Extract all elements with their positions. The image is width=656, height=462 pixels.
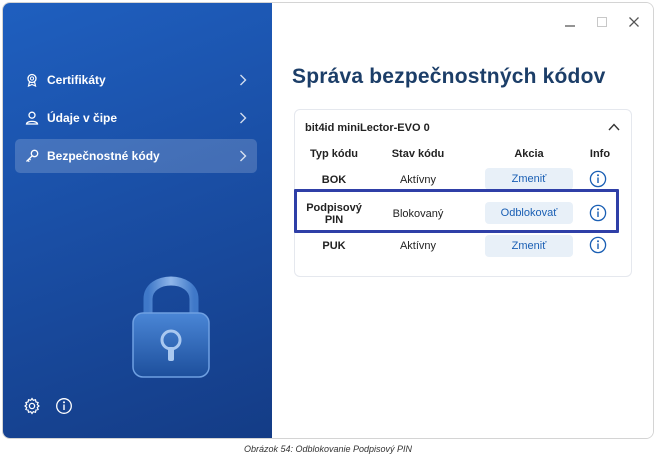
sidebar-item-label: Údaje v čipe <box>47 111 118 125</box>
close-icon[interactable] <box>625 13 643 31</box>
chevron-right-icon <box>239 73 247 87</box>
code-status: Aktívny <box>399 174 437 186</box>
app-window: Certifikáty Údaje v čipe Bezpečnostné kó <box>2 2 654 439</box>
sidebar: Certifikáty Údaje v čipe Bezpečnostné kó <box>3 3 272 438</box>
key-icon <box>25 149 39 163</box>
info-icon[interactable] <box>55 397 73 415</box>
sidebar-item-security-codes[interactable]: Bezpečnostné kódy <box>15 139 257 173</box>
highlight-frame <box>294 189 619 233</box>
code-status: Aktívny <box>399 240 437 252</box>
window-controls <box>561 13 643 31</box>
chevron-up-icon[interactable] <box>607 120 621 132</box>
chevron-right-icon <box>239 149 247 163</box>
person-icon <box>25 111 39 125</box>
sidebar-item-chip-data[interactable]: Údaje v čipe <box>15 101 257 135</box>
maximize-icon[interactable] <box>593 13 611 31</box>
certificate-icon <box>25 73 39 87</box>
info-icon[interactable] <box>589 236 607 254</box>
main-panel: Správa bezpečnostných kódov bit4id miniL… <box>272 3 653 438</box>
sidebar-item-certificates[interactable]: Certifikáty <box>15 63 257 97</box>
device-name: bit4id miniLector-EVO 0 <box>305 122 430 134</box>
sidebar-item-label: Certifikáty <box>47 73 106 87</box>
figure-caption: Obrázok 54: Odblokovanie Podpisový PIN <box>243 444 413 454</box>
change-button[interactable]: Zmeniť <box>485 168 573 190</box>
column-header-info: Info <box>589 148 611 160</box>
column-header-code-type: Typ kódu <box>309 148 359 160</box>
chevron-right-icon <box>239 111 247 125</box>
code-type: BOK <box>321 174 347 186</box>
sidebar-bottom-toolbar <box>23 397 73 415</box>
padlock-illustration <box>121 265 221 385</box>
page-title: Správa bezpečnostných kódov <box>292 65 606 88</box>
sidebar-nav: Certifikáty Údaje v čipe Bezpečnostné kó <box>15 63 257 177</box>
minimize-icon[interactable] <box>561 13 579 31</box>
column-header-action: Akcia <box>514 148 544 160</box>
sidebar-item-label: Bezpečnostné kódy <box>47 149 160 163</box>
info-icon[interactable] <box>589 170 607 188</box>
change-button[interactable]: Zmeniť <box>485 235 573 257</box>
code-type: PUK <box>322 240 346 252</box>
gear-icon[interactable] <box>23 397 41 415</box>
column-header-code-status: Stav kódu <box>391 148 445 160</box>
